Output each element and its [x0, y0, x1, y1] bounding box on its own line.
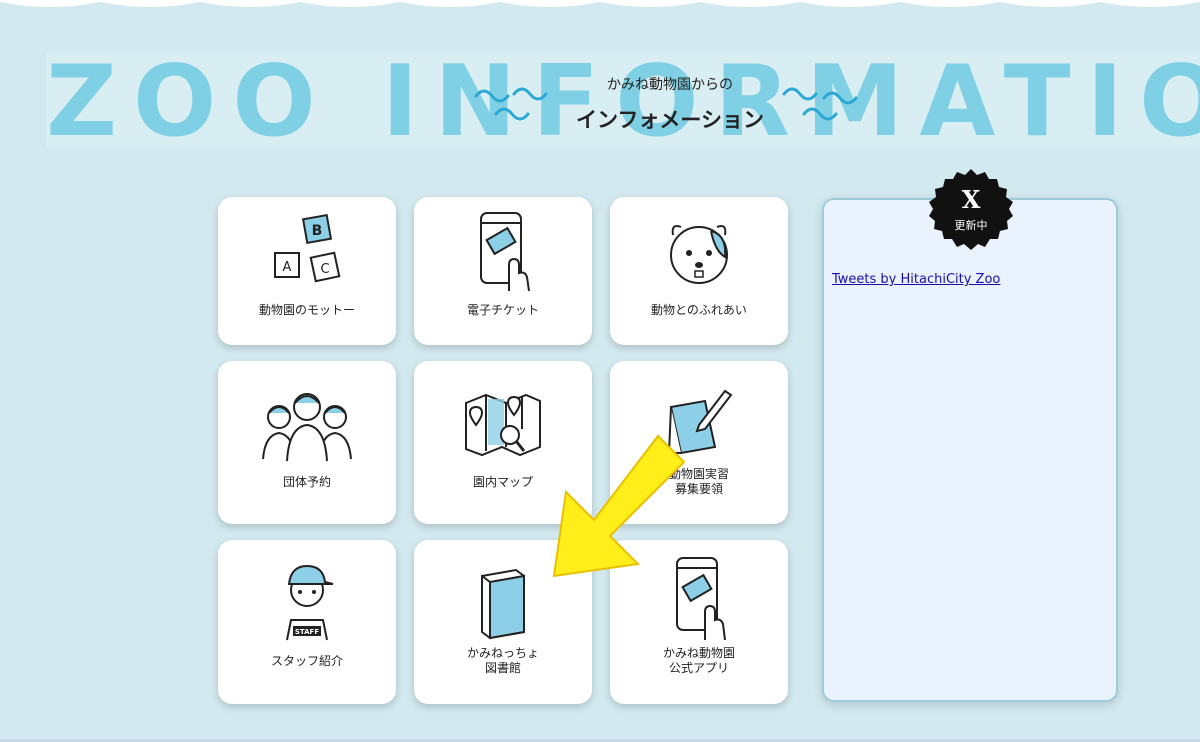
tile-label: かみねっちょ	[466, 646, 539, 660]
svg-text:STAFF: STAFF	[295, 628, 319, 636]
abc-blocks-icon: B A C	[274, 213, 341, 283]
tile-label: 団体予約	[282, 475, 331, 489]
tile-motto[interactable]: B A C 動物園のモットー	[218, 197, 396, 345]
x-update-badge[interactable]: X 更新中	[927, 167, 1015, 255]
badge-label: 更新中	[954, 219, 988, 232]
tile-staff[interactable]: STAFF スタッフ紹介	[218, 540, 396, 704]
section-header: かみね動物園からの インフォメーション	[470, 70, 870, 140]
tweets-link[interactable]: Tweets by HitachiCity Zoo	[832, 272, 1000, 287]
group-people-icon	[262, 393, 352, 462]
tile-label: 動物とのふれあい	[651, 303, 747, 317]
section-subtitle: かみね動物園からの	[607, 77, 733, 93]
tile-animal-contact[interactable]: 動物とのふれあい	[610, 197, 788, 345]
tile-label: 電子チケット	[466, 303, 539, 317]
book-icon	[481, 568, 525, 640]
tile-label: スタッフ紹介	[270, 654, 343, 668]
x-logo-icon: X	[961, 185, 981, 214]
tile-label: かみね動物園	[662, 646, 735, 660]
svg-text:A: A	[283, 260, 292, 275]
yellow-arrow-icon	[552, 434, 686, 578]
tile-label-line2: 公式アプリ	[668, 661, 729, 675]
x-timeline-panel[interactable]: Tweets by HitachiCity Zoo	[822, 198, 1118, 702]
tile-label-line2: 図書館	[484, 661, 521, 675]
map-icon	[465, 393, 541, 457]
tile-label: 動物園のモットー	[258, 303, 355, 317]
tile-e-ticket[interactable]: 電子チケット	[414, 197, 592, 345]
staff-icon: STAFF	[286, 564, 334, 641]
tile-group-reservation[interactable]: 団体予約	[218, 361, 396, 524]
animal-face-icon	[670, 225, 728, 284]
section-title: インフォメーション	[576, 108, 764, 132]
svg-text:C: C	[320, 262, 329, 277]
svg-text:B: B	[312, 223, 323, 239]
phone-ticket-icon	[480, 212, 530, 292]
top-scallop-decoration	[0, 0, 1200, 7]
